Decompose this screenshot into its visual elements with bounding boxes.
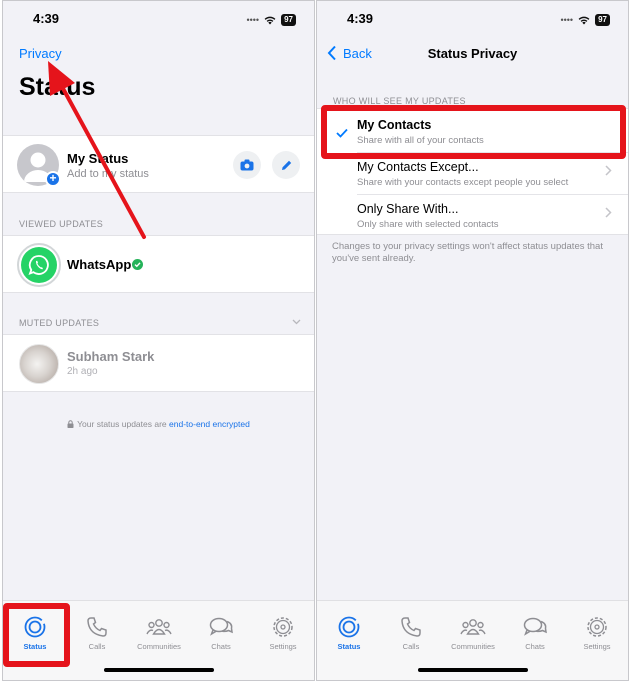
signal-icon: •••• bbox=[560, 14, 574, 25]
tab-status-label: Status bbox=[337, 642, 361, 651]
status-icon bbox=[338, 616, 360, 638]
wifi-icon bbox=[578, 16, 590, 24]
option-my-contacts-except[interactable]: My Contacts Except... Share with your co… bbox=[317, 153, 628, 194]
nav-title: Status Privacy bbox=[427, 46, 518, 61]
gear-icon bbox=[587, 617, 607, 637]
chevron-right-icon bbox=[605, 165, 612, 176]
phone-icon bbox=[401, 617, 421, 637]
option-only-share-with[interactable]: Only Share With... Only share with selec… bbox=[317, 195, 628, 236]
my-contacts-highlight bbox=[321, 105, 626, 159]
status-privacy-screen: 4:39 •••• 97 Back Status Privacy WHO WIL… bbox=[316, 0, 629, 681]
option-subtitle: Only share with selected contacts bbox=[357, 219, 499, 230]
clock: 4:39 bbox=[347, 11, 374, 26]
communities-icon bbox=[460, 619, 486, 635]
tab-bar: Status Calls Communities Chats Settings bbox=[317, 600, 628, 680]
tab-chats[interactable]: Chats bbox=[505, 615, 565, 651]
tab-communities[interactable]: Communities bbox=[443, 615, 503, 651]
option-title: My Contacts Except... bbox=[357, 160, 479, 174]
status-screen: 4:39 •••• 97 Privacy Status + My Status … bbox=[2, 0, 315, 681]
privacy-footnote: Changes to your privacy settings won't a… bbox=[332, 241, 603, 264]
tab-settings-label: Settings bbox=[583, 642, 611, 651]
battery-icon: 97 bbox=[595, 14, 610, 26]
chevron-right-icon bbox=[605, 207, 612, 218]
tab-chats-label: Chats bbox=[525, 642, 545, 651]
chats-icon bbox=[523, 617, 547, 636]
tab-communities-label: Communities bbox=[451, 642, 495, 651]
tab-settings[interactable]: Settings bbox=[567, 615, 627, 651]
tab-calls-label: Calls bbox=[402, 642, 420, 651]
red-arrow-annotation bbox=[48, 61, 146, 239]
tab-status[interactable]: Status bbox=[319, 615, 379, 651]
tab-calls[interactable]: Calls bbox=[381, 615, 441, 651]
option-subtitle: Share with your contacts except people y… bbox=[357, 177, 569, 188]
option-title: Only Share With... bbox=[357, 202, 459, 216]
status-bar: 4:39 •••• 97 bbox=[317, 11, 628, 31]
home-indicator bbox=[417, 668, 528, 672]
